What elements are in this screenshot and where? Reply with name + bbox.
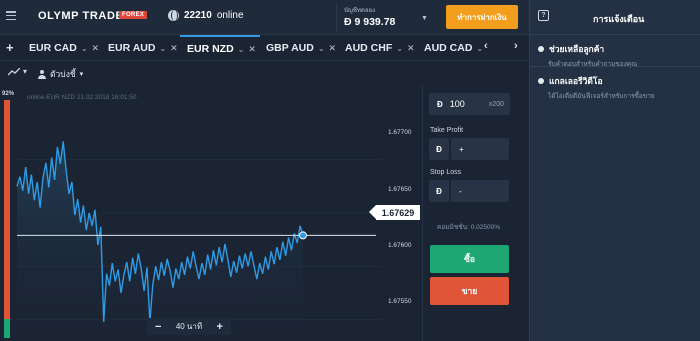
currency-symbol: Ð [437, 99, 443, 109]
logo: OLYMP TRADE [38, 10, 124, 22]
tab-label: EUR AUD [108, 42, 156, 54]
tab-aud-chf[interactable]: AUD CHF ⌄ ✕ [345, 35, 415, 61]
amount-value: 100 [449, 99, 465, 109]
top-bar: OLYMP TRADE FOREX 22210 online บัญชีทดลอ… [0, 0, 529, 35]
add-tab-button[interactable]: + [6, 40, 14, 55]
chevron-down-icon[interactable]: ⌄ [159, 44, 166, 53]
zoom-in-button[interactable]: + [217, 321, 223, 333]
chevron-down-icon[interactable]: ⌄ [81, 44, 88, 53]
y-tick-label: 1.67600 [388, 242, 412, 249]
chevron-left-icon[interactable]: ‹ [484, 40, 488, 52]
currency-symbol: Ð [429, 180, 449, 202]
menu-icon[interactable] [6, 11, 16, 21]
close-icon[interactable]: ✕ [170, 43, 178, 54]
tab-label: AUD CHF [345, 42, 393, 54]
balance-value: Ð 9 939.78 [344, 16, 396, 28]
stop-loss-minus[interactable]: - [451, 180, 509, 202]
tab-label: GBP AUD [266, 42, 314, 54]
online-counter: 22210 online [168, 10, 244, 21]
tab-label: AUD CAD [424, 42, 473, 54]
chevron-down-icon: ▾ [79, 71, 84, 78]
stop-loss-input[interactable]: Ð - [429, 180, 509, 202]
chevron-down-icon[interactable]: ⌄ [396, 44, 403, 53]
trade-panel: Ð 100 x200 Take Profit Ð + Stop Loss Ð -… [422, 85, 529, 341]
chevron-down-icon: ▼ [421, 15, 428, 22]
globe-icon [168, 10, 179, 21]
indicators-label: ตัวบ่งชี้ [50, 69, 76, 79]
take-profit-label: Take Profit [430, 127, 464, 134]
online-label: online [216, 10, 244, 21]
notifications-header: ? การแจ้งเตือน [530, 0, 700, 35]
notification-subtitle: รับคำตอบสำหรับคำถามของคุณ [548, 61, 638, 68]
sell-button[interactable]: ขาย [430, 277, 509, 305]
person-icon [38, 69, 46, 79]
chevron-down-icon[interactable]: ⌄ [318, 44, 325, 53]
divider [530, 66, 700, 67]
chart-canvas[interactable] [0, 85, 422, 341]
take-profit-plus[interactable]: + [451, 138, 509, 160]
currency-symbol: Ð [429, 138, 449, 160]
y-tick-label: 1.67650 [388, 186, 412, 193]
chat-bubble-icon [538, 46, 544, 52]
tab-label: EUR NZD [187, 43, 234, 55]
asset-tabs: + EUR CAD ⌄ ✕ EUR AUD ⌄ ✕ EUR NZD ⌄ ✕ GB… [0, 35, 529, 61]
notification-title: แกลเลอรีวิดีโอ [549, 76, 603, 86]
forex-badge: FOREX [119, 11, 148, 19]
line-chart-icon [8, 67, 20, 75]
close-icon[interactable]: ✕ [407, 43, 415, 54]
notifications-panel: ? การแจ้งเตือน ช่วยเหลือลูกค้า รับคำตอบส… [529, 0, 700, 341]
chevron-right-icon[interactable]: › [514, 40, 518, 52]
price-area [17, 141, 303, 341]
notification-item-support[interactable]: ช่วยเหลือลูกค้า รับคำตอบสำหรับคำถามของคุ… [538, 42, 698, 69]
price-chart[interactable]: 92% online EUR NZD 21.02.2018 16:01:50 1… [0, 85, 422, 341]
chevron-down-icon[interactable]: ⌄ [476, 44, 483, 53]
close-icon[interactable]: ✕ [329, 43, 337, 54]
timeframe-control: − 40 นาที + [147, 318, 231, 335]
sentiment-percent: 92% [2, 91, 15, 97]
notifications-title: การแจ้งเตือน [593, 14, 645, 24]
notification-subtitle: ได้ไอเดียดีมันฟีเจอร์สำหรับการซื้อขาย [548, 93, 655, 100]
zoom-out-button[interactable]: − [155, 321, 161, 333]
online-count: 22210 [184, 10, 212, 21]
tab-eur-cad[interactable]: EUR CAD ⌄ ✕ [29, 35, 99, 61]
current-price-tag: 1.67629 [369, 205, 420, 220]
tab-eur-nzd[interactable]: EUR NZD ⌄ ✕ [180, 35, 260, 61]
chevron-down-icon[interactable]: ⌄ [238, 45, 245, 54]
account-selector[interactable]: บัญชีทดลอง Ð 9 939.78 ▼ [336, 3, 436, 32]
chat-bubble-icon [538, 78, 544, 84]
chart-type-button[interactable]: ▾ [8, 67, 27, 76]
help-icon[interactable]: ? [538, 10, 549, 21]
chart-toolbar: ▾ ตัวบ่งชี้ ▾ [0, 61, 422, 85]
stop-loss-label: Stop Loss [430, 169, 462, 176]
indicators-button[interactable]: ตัวบ่งชี้ ▾ [38, 67, 83, 81]
sentiment-bar [4, 100, 10, 338]
notification-title: ช่วยเหลือลูกค้า [549, 44, 605, 54]
close-icon[interactable]: ✕ [248, 44, 256, 55]
commission-label: คอมมิชชั่น: 0.02500% [437, 224, 500, 231]
notification-item-video-gallery[interactable]: แกลเลอรีวิดีโอ ได้ไอเดียดีมันฟีเจอร์สำหร… [538, 74, 698, 101]
account-type-label: บัญชีทดลอง [344, 8, 376, 14]
y-tick-label: 1.67550 [388, 298, 412, 305]
amount-input[interactable]: Ð 100 x200 [429, 93, 510, 115]
tab-eur-aud[interactable]: EUR AUD ⌄ ✕ [108, 35, 178, 61]
buy-button[interactable]: ซื้อ [430, 245, 509, 273]
close-icon[interactable]: ✕ [92, 43, 100, 54]
current-price-dot [299, 231, 307, 240]
chart-watermark: online EUR NZD 21.02.2018 16:01:50 [27, 94, 137, 101]
tab-gbp-aud[interactable]: GBP AUD ⌄ ✕ [266, 35, 336, 61]
y-tick-label: 1.67700 [388, 129, 412, 136]
tab-label: EUR CAD [29, 42, 77, 54]
chevron-down-icon: ▾ [23, 67, 28, 76]
timeframe-label: 40 นาที [175, 322, 203, 331]
deposit-button[interactable]: ทำการฝากเงิน [446, 5, 518, 29]
tab-aud-cad[interactable]: AUD CAD ⌄ [424, 35, 483, 61]
take-profit-input[interactable]: Ð + [429, 138, 509, 160]
multiplier-label[interactable]: x200 [489, 101, 504, 108]
